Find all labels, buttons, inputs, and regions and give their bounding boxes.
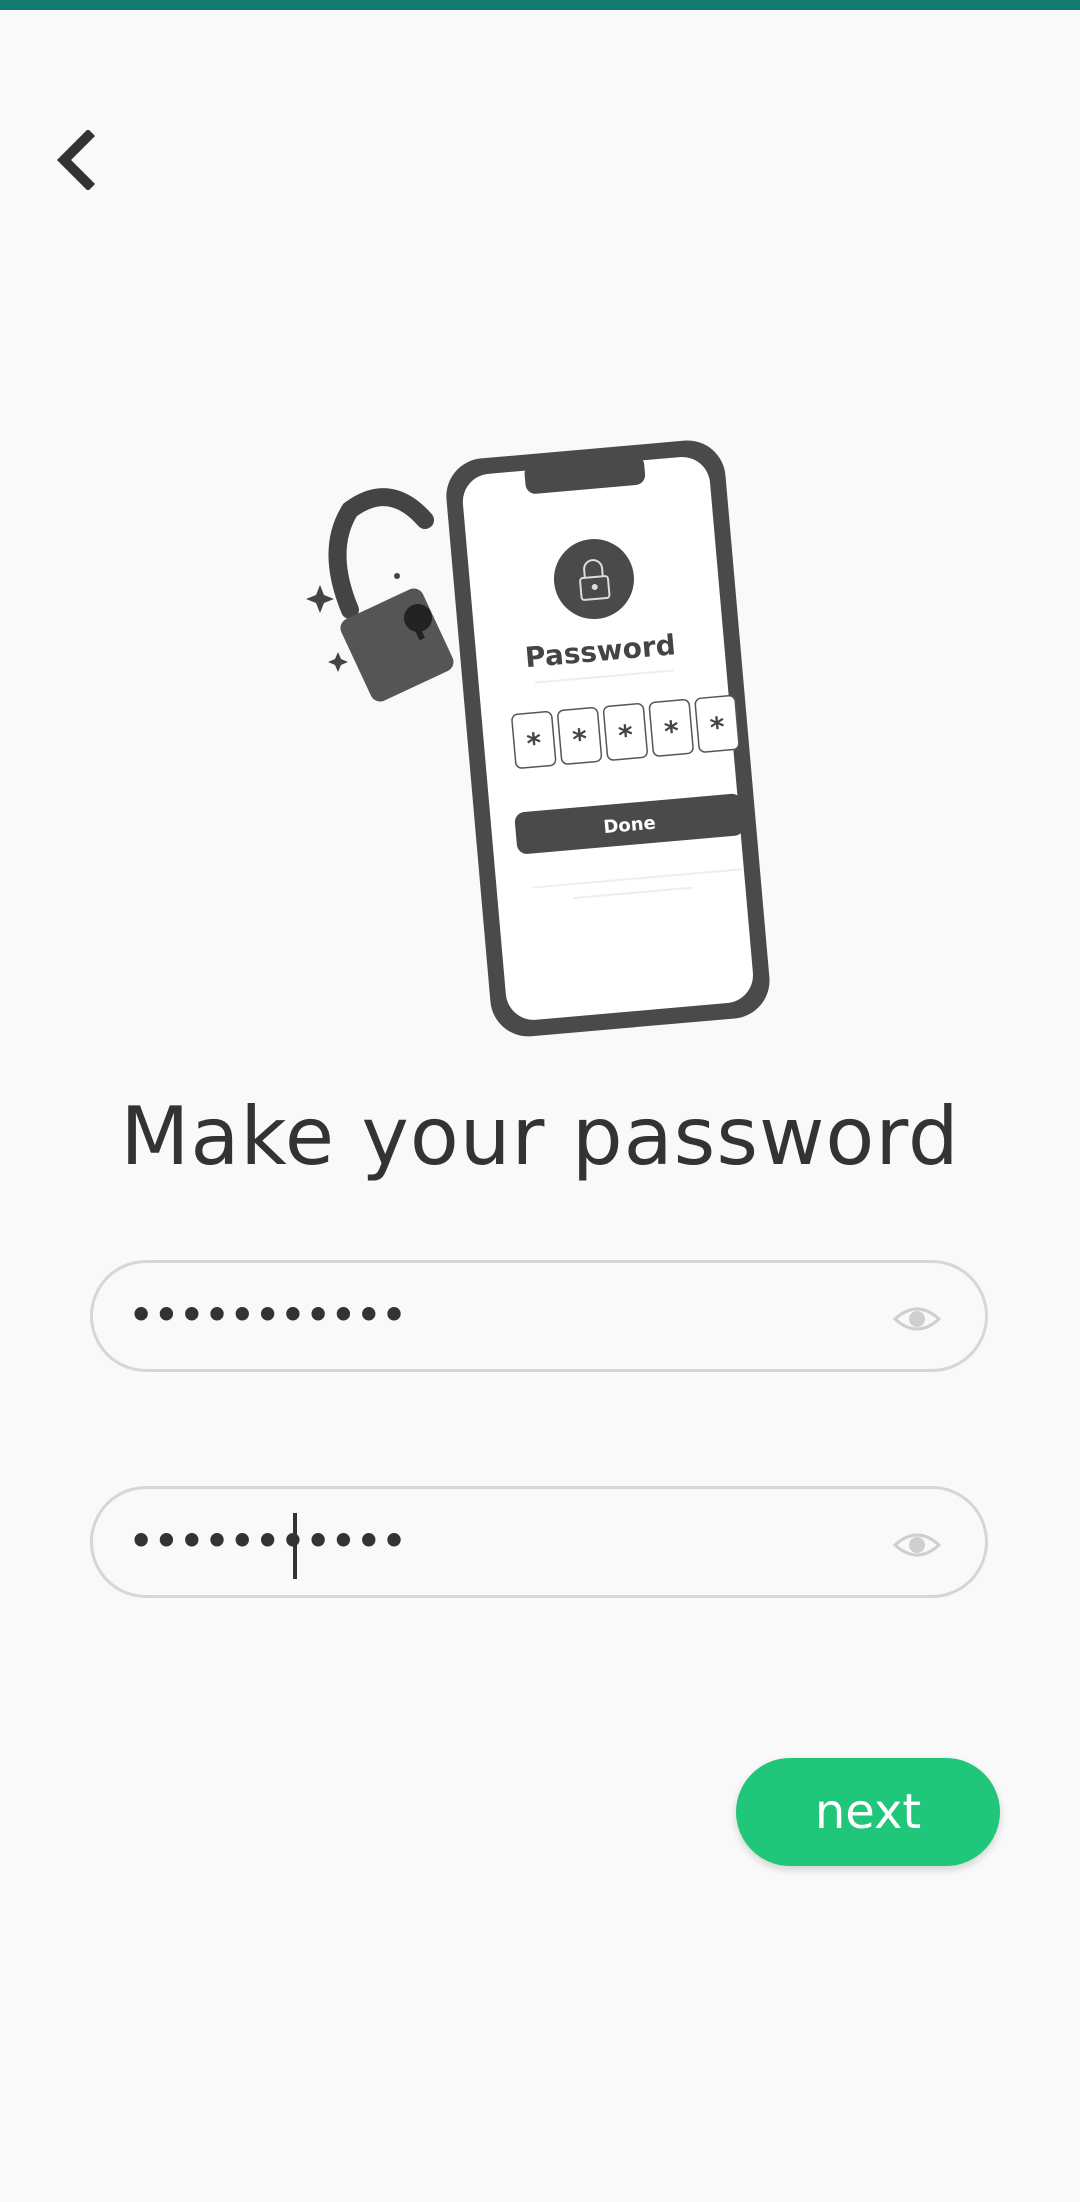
back-button[interactable] bbox=[40, 120, 110, 200]
text-caret bbox=[293, 1513, 297, 1579]
confirm-password-value: ••••••••••• bbox=[129, 1519, 408, 1563]
password-illustration: Password * * * * * Done bbox=[306, 440, 770, 1037]
confirm-password-field[interactable]: ••••••••••• bbox=[90, 1486, 988, 1598]
password-field[interactable]: ••••••••••• bbox=[90, 1260, 988, 1372]
page-title: Make your password bbox=[120, 1090, 960, 1183]
next-button[interactable]: next bbox=[736, 1758, 1000, 1866]
password-value: ••••••••••• bbox=[129, 1293, 408, 1337]
status-strip bbox=[0, 0, 1080, 10]
eye-icon[interactable] bbox=[893, 1299, 941, 1339]
padlock-icon bbox=[306, 488, 454, 702]
chevron-left-icon bbox=[56, 130, 96, 190]
eye-icon[interactable] bbox=[893, 1525, 941, 1565]
